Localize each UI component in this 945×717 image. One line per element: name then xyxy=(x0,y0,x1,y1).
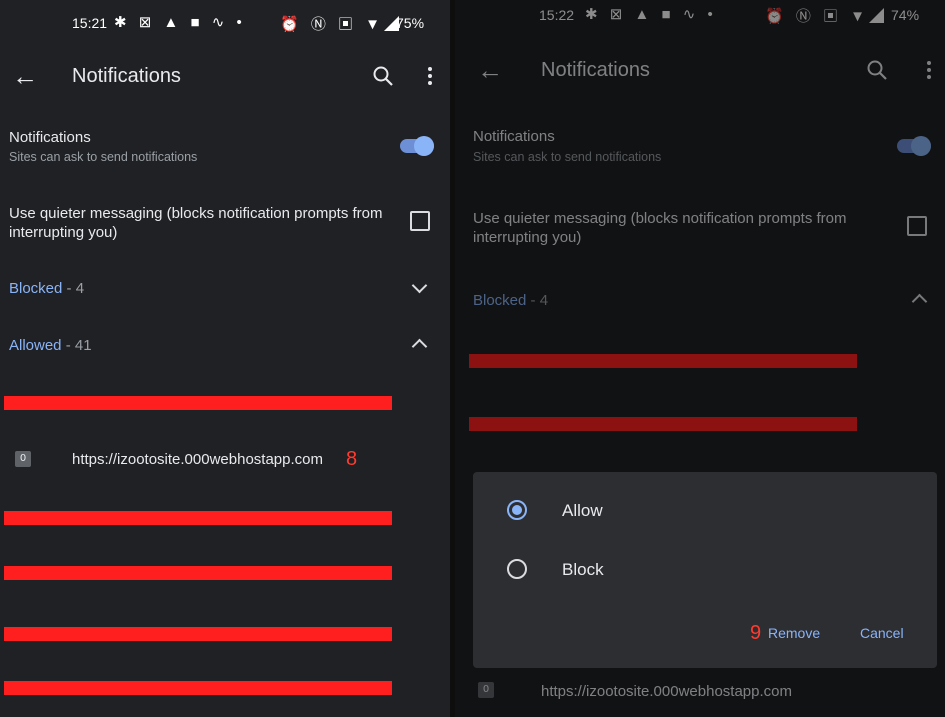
site-favicon: 0 xyxy=(15,451,31,467)
notifications-setting-title: Notifications xyxy=(9,129,91,146)
cancel-button[interactable]: Cancel xyxy=(860,625,904,641)
annotation-number: 8 xyxy=(346,448,358,470)
permission-dialog: Allow Block 9 Remove Cancel xyxy=(473,472,937,668)
allowed-section-header[interactable]: Allowed - 41 xyxy=(9,337,92,354)
status-time: 15:21 xyxy=(72,15,108,31)
back-arrow-icon[interactable]: ← xyxy=(12,61,38,92)
chevron-up-icon[interactable] xyxy=(411,338,428,355)
status-battery: 75% xyxy=(396,15,425,31)
right-screenshot: 15:22 ✱ ⊠ ▲ ■ ∿ • ⏰ Ⓝ ▣ ▼◢ 74% ← Notific… xyxy=(455,0,945,717)
annotation-number: 9 xyxy=(750,622,762,644)
block-option-label[interactable]: Block xyxy=(562,560,604,580)
site-url[interactable]: https://izootosite.000webhostapp.com xyxy=(72,451,323,468)
remove-button[interactable]: Remove xyxy=(768,625,820,641)
left-screenshot: 15:21 ✱ ⊠ ▲ ■ ∿ • ⏰ Ⓝ ▣ ▼◢ 75% ← Notific… xyxy=(0,0,450,717)
block-radio[interactable] xyxy=(507,559,527,579)
quieter-messaging-checkbox[interactable] xyxy=(410,211,430,231)
chevron-down-icon[interactable] xyxy=(411,277,428,294)
redacted-site-row xyxy=(4,511,392,525)
redacted-site-row xyxy=(4,396,392,410)
search-icon[interactable] xyxy=(372,65,394,87)
blocked-section-header[interactable]: Blocked - 4 xyxy=(9,280,84,297)
notifications-setting-subtitle: Sites can ask to send notifications xyxy=(9,150,198,164)
redacted-site-row xyxy=(4,566,392,580)
status-notification-icons: ✱ ⊠ ▲ ■ ∿ • xyxy=(114,14,246,31)
redacted-site-row xyxy=(4,681,392,695)
quieter-messaging-label: Use quieter messaging (blocks notificati… xyxy=(9,205,383,241)
more-options-icon[interactable] xyxy=(426,66,434,86)
status-bar: 15:21 ✱ ⊠ ▲ ■ ∿ • ⏰ Ⓝ ▣ ▼◢ 75% xyxy=(0,0,450,46)
page-title: Notifications xyxy=(72,65,181,87)
allow-option-label[interactable]: Allow xyxy=(562,501,603,521)
allow-radio[interactable] xyxy=(507,500,527,520)
status-system-icons: ⏰ Ⓝ ▣ ▼◢ xyxy=(280,16,404,33)
redacted-site-row xyxy=(4,627,392,641)
